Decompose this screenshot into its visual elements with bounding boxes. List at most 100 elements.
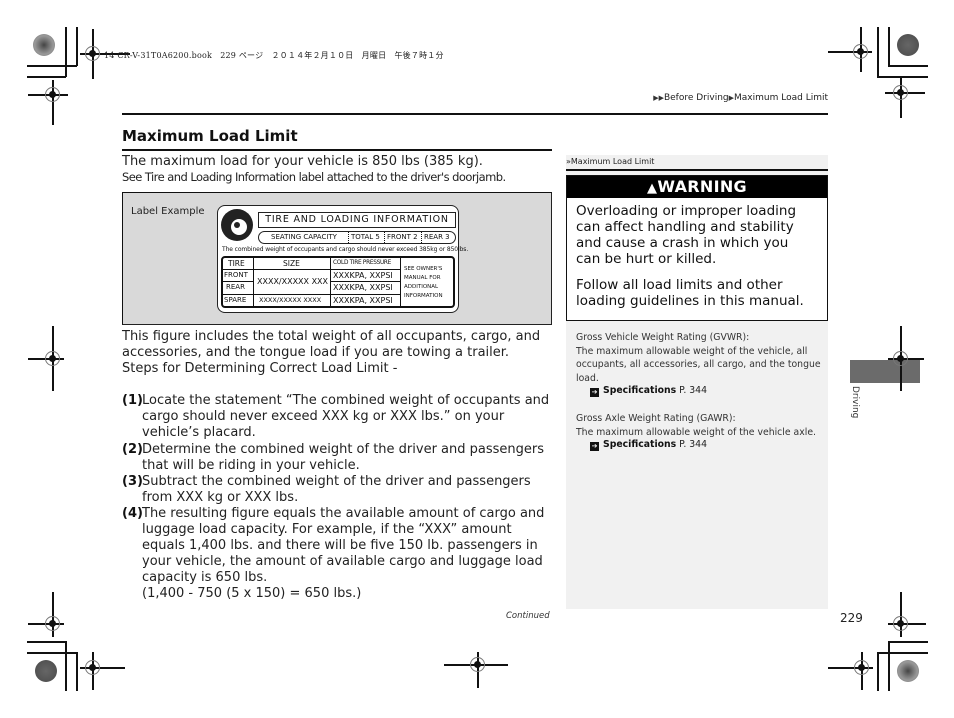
- note-line: MANUAL FOR: [404, 275, 441, 281]
- link-page: P. 344: [679, 439, 707, 450]
- crop-mark: [76, 652, 78, 691]
- registration-target: [888, 592, 928, 652]
- continued-note: Continued: [506, 611, 550, 621]
- page-title: Maximum Load Limit: [122, 127, 298, 145]
- gawr-section: Gross Axle Weight Rating (GAWR): The max…: [576, 412, 816, 439]
- step-line: from XXX kg or XXX lbs.: [142, 490, 299, 505]
- step-number: (2): [122, 442, 143, 457]
- crop-mark: [27, 65, 77, 67]
- crop-mark: [888, 27, 890, 66]
- step-line: (1,400 - 750 (5 x 150) = 650 lbs.): [142, 586, 362, 601]
- gvwr-line: occupants, all accessories, all cargo, a…: [576, 359, 821, 370]
- step-line: vehicle’s placard.: [142, 425, 256, 440]
- header-rule: [122, 113, 828, 115]
- crop-mark: [65, 27, 67, 77]
- registration-target: [888, 326, 928, 396]
- row-size: XXXX/XXXXX XXX: [257, 277, 329, 286]
- step-4: (4) The resulting figure equals the avai…: [122, 506, 552, 606]
- link-page: P. 344: [679, 385, 707, 396]
- title-rule: [122, 149, 552, 151]
- gvwr-section: Gross Vehicle Weight Rating (GVWR): The …: [576, 331, 821, 385]
- intro-note: See Tire and Loading Information label a…: [122, 170, 506, 184]
- warning-line: can affect handling and stability: [576, 219, 794, 235]
- step-line: equals 1,400 lbs. and there will be five…: [142, 538, 538, 553]
- gvwr-line: The maximum allowable weight of the vehi…: [576, 345, 808, 357]
- warning-line: can be hurt or killed.: [576, 251, 717, 267]
- paragraph-line: Steps for Determining Correct Load Limit…: [122, 361, 398, 376]
- warning-header: ▲WARNING: [567, 176, 827, 198]
- crop-mark: [888, 641, 890, 691]
- tire-icon: [221, 209, 253, 241]
- sidebar-ref-title[interactable]: Maximum Load Limit: [571, 157, 655, 166]
- seating-total: TOTAL 5: [348, 232, 380, 243]
- header-size: SIZE: [283, 259, 300, 268]
- warning-label: WARNING: [657, 177, 747, 196]
- page-number: 229: [840, 611, 863, 625]
- intro-text: The maximum load for your vehicle is 850…: [122, 154, 483, 169]
- note-line: SEE OWNER'S: [404, 266, 443, 272]
- warning-line: Overloading or improper loading: [576, 203, 797, 219]
- registration-target: [28, 80, 78, 140]
- sidebar-ref-heading: »Maximum Load Limit: [566, 155, 828, 169]
- breadcrumb-arrows-icon: ▶▶: [653, 94, 664, 102]
- step-line: Subtract the combined weight of the driv…: [142, 474, 531, 489]
- combined-weight-text: The combined weight of occupants and car…: [222, 246, 469, 253]
- row-pressure: XXXKPA, XXPSI: [333, 271, 393, 280]
- paragraph-line: accessories, and the tongue load if you …: [122, 345, 510, 360]
- body-paragraph: This figure includes the total weight of…: [122, 329, 540, 377]
- figure-caption: Label Example: [131, 206, 205, 217]
- step-line: luggage load capacity. For example, if t…: [142, 522, 512, 537]
- row-pressure: XXXKPA, XXPSI: [333, 296, 393, 305]
- step-line: that will be riding in your vehicle.: [142, 458, 360, 473]
- crop-mark: [76, 27, 78, 66]
- gawr-line: The maximum allowable weight of the vehi…: [576, 426, 817, 438]
- step-line: Determine the combined weight of the dri…: [142, 442, 545, 457]
- warning-line: and cause a crash in which you: [576, 235, 789, 251]
- header-cold-tire-pressure: COLD TIRE PRESSURE: [333, 260, 392, 266]
- seating-capacity-row: SEATING CAPACITY TOTAL 5 FRONT 2 REAR 3: [258, 231, 456, 244]
- row-tire: REAR: [226, 283, 245, 291]
- step-line: Locate the statement “The combined weigh…: [142, 393, 550, 408]
- row-tire: SPARE: [224, 296, 247, 304]
- crop-mark: [27, 652, 77, 654]
- step-line: The resulting figure equals the availabl…: [142, 506, 545, 521]
- paragraph-line: This figure includes the total weight of…: [122, 329, 541, 344]
- warning-paragraph-1: Overloading or improper loading can affe…: [576, 203, 796, 267]
- gawr-specifications-link[interactable]: ➔ Specifications P. 344: [590, 439, 707, 451]
- sidebar-rule: [566, 169, 828, 171]
- registration-target: [28, 326, 68, 396]
- seating-capacity-label: SEATING CAPACITY: [271, 233, 337, 241]
- crop-mark: [888, 65, 928, 67]
- row-size: XXXX/XXXXX XXXX: [259, 296, 322, 304]
- seating-rear: REAR 3: [421, 232, 450, 243]
- step-number: (1): [122, 393, 143, 408]
- step-line: your vehicle, the amount of available ca…: [142, 554, 543, 569]
- registration-target: [880, 78, 930, 138]
- crop-mark: [65, 641, 67, 691]
- row-pressure: XXXKPA, XXPSI: [333, 283, 393, 292]
- section-tab-label: Driving: [850, 386, 860, 419]
- warning-triangle-icon: ▲: [647, 181, 658, 196]
- print-color-disc: [897, 34, 919, 56]
- crop-mark: [27, 76, 66, 78]
- step-2: (2) Determine the combined weight of the…: [122, 442, 552, 476]
- print-metadata: 14 CR-V-31T0A6200.book 229 ページ ２０１４年２月１０…: [104, 51, 444, 60]
- gvwr-specifications-link[interactable]: ➔ Specifications P. 344: [590, 385, 707, 397]
- step-number: (4): [122, 506, 143, 521]
- breadcrumb: ▶▶Before Driving▶Maximum Load Limit: [653, 93, 828, 103]
- crop-mark: [877, 652, 879, 691]
- warning-line: loading guidelines in this manual.: [576, 293, 804, 309]
- breadcrumb-item[interactable]: Before Driving: [664, 93, 729, 103]
- link-label: Specifications: [603, 439, 677, 450]
- label-title: TIRE AND LOADING INFORMATION: [258, 212, 456, 228]
- crop-mark: [877, 652, 928, 654]
- print-color-disc: [35, 660, 57, 682]
- registration-target: [828, 652, 878, 692]
- gvwr-line: load.: [576, 372, 599, 384]
- step-1: (1) Locate the statement “The combined w…: [122, 393, 552, 443]
- link-arrow-icon: ➔: [590, 442, 599, 451]
- tire-pressure-table: TIRE SIZE COLD TIRE PRESSURE FRONT REAR …: [221, 256, 455, 308]
- warning-line: Follow all load limits and other: [576, 277, 783, 293]
- breadcrumb-item[interactable]: Maximum Load Limit: [734, 93, 828, 103]
- step-number: (3): [122, 474, 143, 489]
